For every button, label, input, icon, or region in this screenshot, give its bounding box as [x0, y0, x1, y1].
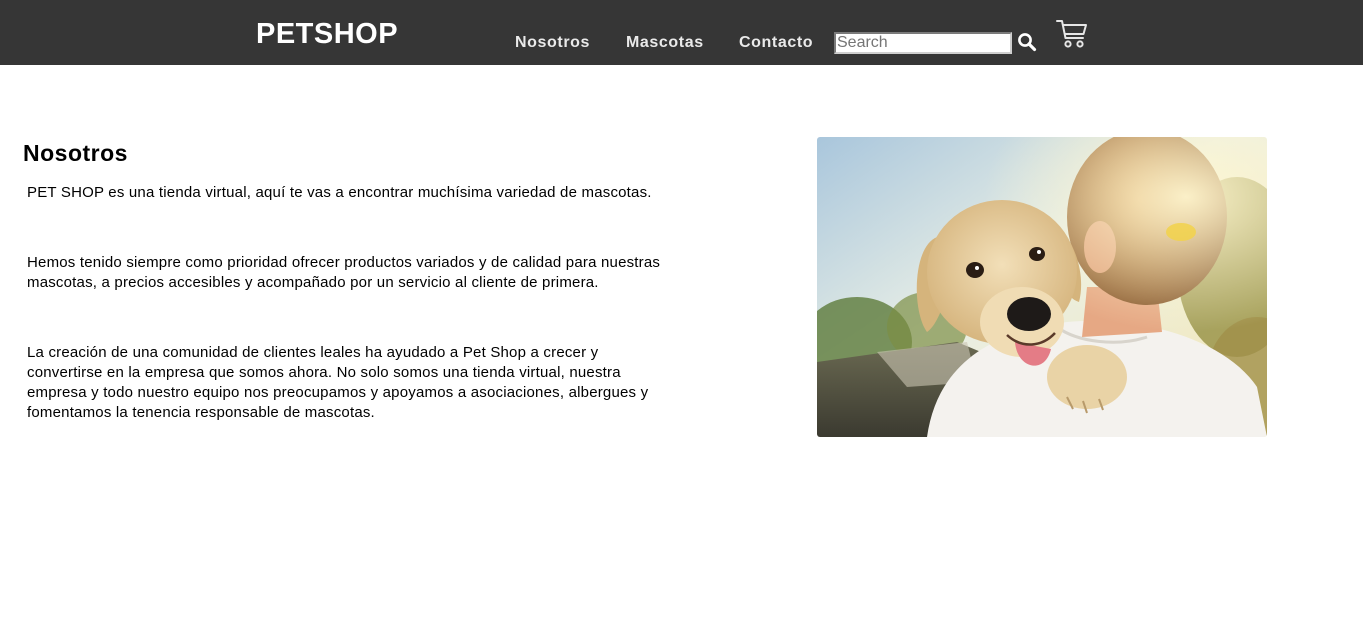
about-paragraph-2: Hemos tenido siempre como prioridad ofre…: [27, 254, 661, 291]
about-paragraph-3: La creación de una comunidad de clientes…: [27, 344, 649, 421]
search-input[interactable]: [834, 32, 1012, 54]
nav-link-mascotas[interactable]: Mascotas: [626, 34, 704, 52]
about-paragraph-1: PET SHOP es una tienda virtual, aquí te …: [27, 184, 652, 201]
hero-image: [817, 137, 1267, 437]
brand-logo[interactable]: PETSHOP: [256, 17, 398, 51]
page-title: Nosotros: [23, 140, 128, 166]
search-icon[interactable]: [1017, 32, 1037, 52]
cart-icon[interactable]: [1055, 17, 1089, 51]
nav-link-contacto[interactable]: Contacto: [739, 34, 813, 52]
navbar: PETSHOP Nosotros Mascotas Contacto: [0, 0, 1363, 65]
nav-link-nosotros[interactable]: Nosotros: [515, 34, 590, 52]
